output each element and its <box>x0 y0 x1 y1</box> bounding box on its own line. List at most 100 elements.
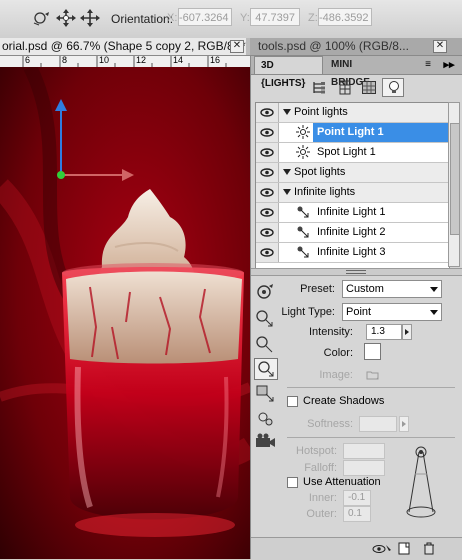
light-row[interactable]: Infinite Light 1 <box>256 203 449 223</box>
scene-filter-icon[interactable] <box>311 80 327 95</box>
light-group-infinite[interactable]: Infinite lights <box>256 183 449 203</box>
visibility-eye-icon[interactable] <box>256 183 279 202</box>
list-item-label: Infinite lights <box>294 186 356 198</box>
light-row[interactable]: Point Light 1 <box>256 123 449 143</box>
panel-more-icon[interactable]: ▸▸ <box>437 56 461 74</box>
x-field[interactable]: -607.3264 <box>178 8 232 26</box>
inner-field: -0.1 <box>343 490 371 506</box>
scrollbar-thumb[interactable] <box>450 123 460 235</box>
hotspot-label: Hotspot: <box>296 445 337 457</box>
canvas-artwork <box>0 67 250 559</box>
light-row[interactable]: Infinite Light 2 <box>256 223 449 243</box>
panel-resize-handle[interactable] <box>251 268 462 276</box>
selected-highlight: Point Light 1 <box>313 123 449 142</box>
orientation-label: Orientation: <box>111 12 174 26</box>
drag-3d-icon[interactable] <box>80 9 100 27</box>
roll-3d-icon[interactable] <box>56 9 76 27</box>
chevron-down-icon <box>430 287 438 292</box>
document-tab-label: tools.psd @ 100% (RGB/8... <box>258 39 409 53</box>
ruler-label: 16 <box>210 56 221 65</box>
list-item-label: Spot Light 1 <box>317 146 376 158</box>
use-attenuation-label: Use Attenuation <box>303 476 381 488</box>
toggle-lights-icon[interactable] <box>371 542 393 556</box>
intensity-slider-toggle[interactable] <box>402 324 412 340</box>
document-tab-label: orial.psd @ 66.7% (Shape 5 copy 2, RGB/8… <box>2 39 246 53</box>
mesh-filter-icon[interactable] <box>337 80 353 95</box>
expand-triangle-icon[interactable] <box>282 186 292 201</box>
visibility-eye-icon[interactable] <box>256 123 279 142</box>
list-item-label: Spot lights <box>294 166 346 178</box>
intensity-field[interactable]: 1.3 <box>366 324 402 340</box>
separator <box>287 387 455 388</box>
document-tab-inactive[interactable]: tools.psd @ 100% (RGB/8... <box>250 38 462 55</box>
x-label: X: <box>167 12 178 24</box>
close-tab-icon[interactable]: ✕ <box>433 40 447 53</box>
chevron-right-icon <box>402 421 406 427</box>
delete-light-icon[interactable] <box>421 541 437 556</box>
camera-icon[interactable] <box>254 432 278 452</box>
preset-value: Custom <box>346 283 384 295</box>
point-light-icon <box>296 125 310 139</box>
tab-3d-lights[interactable]: 3D {LIGHTS} <box>254 56 323 89</box>
z-field[interactable]: -486.3592 <box>318 8 372 26</box>
light-group-point[interactable]: Point lights <box>256 103 449 123</box>
grip-icon <box>346 270 366 274</box>
preset-dropdown[interactable]: Custom <box>342 280 442 298</box>
close-tab-icon[interactable]: ✕ <box>230 40 244 53</box>
use-attenuation-checkbox[interactable] <box>287 477 298 488</box>
visibility-eye-icon[interactable] <box>256 243 279 262</box>
y-field[interactable]: 47.7397 <box>250 8 300 26</box>
point-at-origin-button[interactable] <box>254 358 278 380</box>
rotate-light-icon[interactable] <box>254 282 278 302</box>
light-filter-button[interactable] <box>382 78 404 97</box>
slide-light-icon[interactable] <box>254 334 278 354</box>
ruler-label: 14 <box>173 56 184 65</box>
pan-light-icon[interactable] <box>254 308 278 328</box>
softness-label: Softness: <box>307 418 353 430</box>
ruler-label: 10 <box>99 56 110 65</box>
panel-menu-icon[interactable]: ≡ <box>419 56 437 74</box>
light-row[interactable]: Spot Light 1 <box>256 143 449 163</box>
outer-label: Outer: <box>306 508 337 520</box>
list-scrollbar[interactable] <box>448 102 460 267</box>
light-row[interactable]: Infinite Light 3 <box>256 243 449 263</box>
falloff-label: Falloff: <box>304 462 337 474</box>
hotspot-field <box>343 443 385 459</box>
light-group-spot[interactable]: Spot lights <box>256 163 449 183</box>
expand-triangle-icon[interactable] <box>282 106 292 121</box>
new-light-icon[interactable] <box>397 541 413 556</box>
panel-footer <box>251 537 462 560</box>
list-item-label: Infinite Light 1 <box>317 206 386 218</box>
falloff-field <box>343 460 385 476</box>
color-swatch[interactable] <box>364 343 381 360</box>
document-tab-bar: orial.psd @ 66.7% (Shape 5 copy 2, RGB/8… <box>0 38 462 56</box>
visibility-eye-icon[interactable] <box>256 203 279 222</box>
separator <box>287 437 455 438</box>
point-at-origin-icon <box>258 361 274 377</box>
visibility-eye-icon[interactable] <box>256 223 279 242</box>
list-item-label: Infinite Light 3 <box>317 246 386 258</box>
tab-mini-bridge[interactable]: MINI BRIDGE <box>325 56 395 88</box>
create-shadows-checkbox[interactable] <box>287 396 298 407</box>
material-filter-icon[interactable] <box>361 80 377 95</box>
light-type-label: Light Type: <box>281 306 335 318</box>
light-type-dropdown[interactable]: Point <box>342 303 442 321</box>
document-canvas[interactable] <box>0 67 250 559</box>
visibility-eye-icon[interactable] <box>256 163 279 182</box>
lights-list: Point lights Point Light 1 Spot Light 1 … <box>255 102 450 269</box>
chevron-right-icon <box>405 329 409 335</box>
document-tab-active[interactable]: orial.psd @ 66.7% (Shape 5 copy 2, RGB/8… <box>0 38 246 55</box>
3d-lights-panel: 3D {LIGHTS} MINI BRIDGE ▸▸ ≡ Point light… <box>250 56 462 560</box>
intensity-label: Intensity: <box>308 326 353 338</box>
rotate-3d-icon[interactable] <box>32 9 52 27</box>
point-light-icon <box>296 145 310 159</box>
move-to-view-icon[interactable] <box>254 384 278 404</box>
expand-triangle-icon[interactable] <box>282 166 292 181</box>
visibility-eye-icon[interactable] <box>256 103 279 122</box>
visibility-eye-icon[interactable] <box>256 143 279 162</box>
list-item-label: Infinite Light 2 <box>317 226 386 238</box>
y-label: Y: <box>240 12 250 24</box>
add-light-icon[interactable] <box>254 408 278 428</box>
ruler-label: 12 <box>136 56 147 65</box>
light-filter-icon <box>389 81 399 93</box>
